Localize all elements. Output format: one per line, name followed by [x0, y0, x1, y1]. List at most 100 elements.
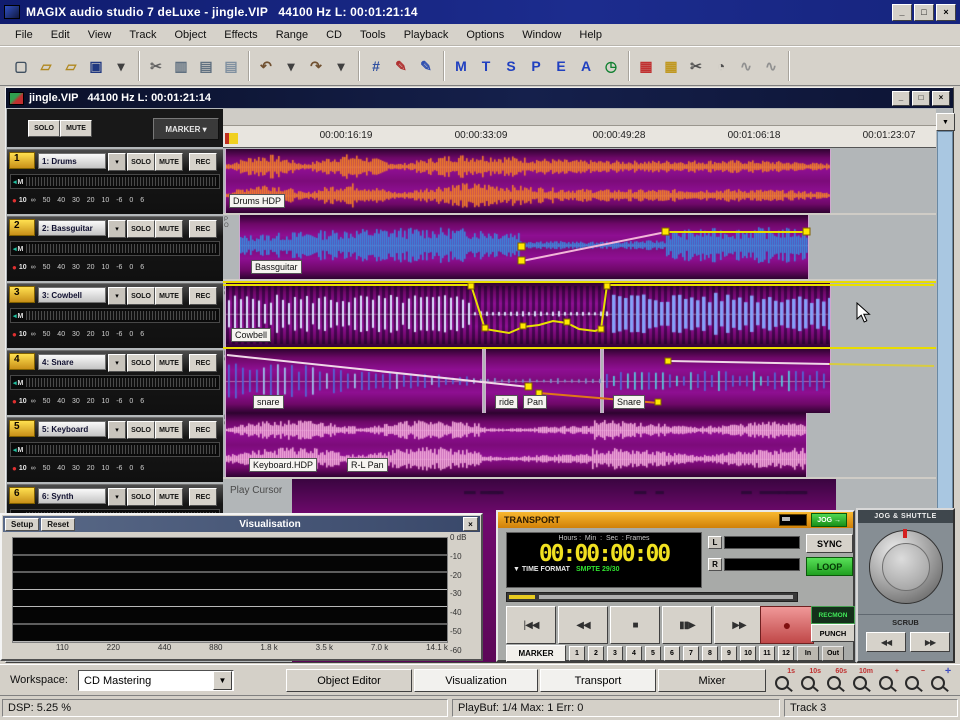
sync-button[interactable]: SYNC [806, 534, 853, 553]
redo-dropdown-icon[interactable]: ▾ [329, 54, 353, 78]
object-label[interactable]: Drums HDP [229, 194, 286, 208]
marker-s-icon[interactable]: S [499, 54, 523, 78]
time-format-dropdown[interactable]: ▼ TIME FORMAT [513, 566, 570, 573]
stop-button[interactable]: ■ [610, 606, 660, 644]
object-editor-button[interactable]: Object Editor [286, 669, 412, 692]
menu-item[interactable]: CD [317, 27, 351, 43]
import-audio-icon[interactable]: ▱ [59, 54, 83, 78]
marker-number-button[interactable]: 1 [569, 646, 585, 661]
menu-item[interactable]: Playback [395, 27, 458, 43]
close-button[interactable]: × [936, 3, 956, 21]
restore-button[interactable]: □ [914, 3, 934, 21]
zoom-1s-icon[interactable]: 1s [772, 668, 795, 692]
chevron-down-icon[interactable]: ▼ [213, 671, 232, 690]
marker-number-button[interactable]: 3 [607, 646, 623, 661]
object-label[interactable]: ride [495, 395, 519, 409]
track-number[interactable]: 4 [9, 353, 35, 370]
track-lane-bassguitar[interactable]: PO Bassguitar [223, 215, 936, 281]
track-pan-slider[interactable]: M [10, 308, 220, 323]
snap-icon[interactable]: # [364, 54, 388, 78]
zoom-10s-icon[interactable]: 10s [798, 668, 821, 692]
track-solo-button[interactable]: SOLO [127, 488, 155, 506]
undo-icon[interactable]: ↶ [254, 54, 278, 78]
project-close-button[interactable]: × [932, 90, 950, 106]
track-dropdown-icon[interactable] [108, 354, 126, 372]
loop-button[interactable]: LOOP [806, 557, 853, 576]
track-number[interactable]: 1 [9, 152, 35, 169]
visualisation-setup-button[interactable]: Setup [5, 517, 40, 531]
marker-number-button[interactable]: 2 [588, 646, 604, 661]
object-label[interactable]: Pan [523, 395, 548, 409]
zoom-range-icon[interactable]: ✛ [928, 668, 951, 692]
menu-item[interactable]: Edit [42, 27, 79, 43]
pan-slider-track[interactable] [26, 445, 216, 454]
punch-out-button[interactable]: Out [822, 646, 844, 661]
mixer-button[interactable]: Mixer [658, 669, 766, 692]
track-pan-slider[interactable]: M [10, 442, 220, 457]
track-solo-button[interactable]: SOLO [127, 354, 155, 372]
track-mute-button[interactable]: MUTE [155, 220, 183, 238]
shuttle-forward-button[interactable]: ▶▶ [910, 632, 950, 652]
track-dropdown-icon[interactable] [108, 153, 126, 171]
menu-item[interactable]: Options [457, 27, 513, 43]
menu-item[interactable]: Range [267, 27, 317, 43]
visualization-button[interactable]: Visualization [414, 669, 538, 692]
track-number[interactable]: 3 [9, 286, 35, 303]
track-record-button[interactable]: REC [189, 287, 217, 305]
track-name[interactable]: 4: Snare [38, 354, 106, 370]
marker-number-button[interactable]: 6 [664, 646, 680, 661]
marker-number-button[interactable]: 7 [683, 646, 699, 661]
minimize-button[interactable]: _ [892, 3, 912, 21]
forward-button[interactable]: ▶▶ [714, 606, 764, 644]
track-number[interactable]: 5 [9, 420, 35, 437]
undo-dropdown-icon[interactable]: ▾ [279, 54, 303, 78]
track-solo-button[interactable]: SOLO [127, 287, 155, 305]
track-mute-button[interactable]: MUTE [155, 488, 183, 506]
track-pan-slider[interactable]: M [10, 241, 220, 256]
object-label[interactable]: Bassguitar [251, 260, 302, 274]
marker-number-button[interactable]: 9 [721, 646, 737, 661]
track-solo-button[interactable]: SOLO [127, 220, 155, 238]
copy-icon[interactable]: ▥ [169, 54, 193, 78]
punch-button[interactable]: PUNCH [811, 624, 855, 642]
track-dropdown-icon[interactable] [108, 287, 126, 305]
position-bar[interactable] [506, 592, 798, 602]
vip-window-icon[interactable]: ▦ [634, 54, 658, 78]
track-dropdown-icon[interactable] [108, 421, 126, 439]
menu-item[interactable]: Tools [351, 27, 395, 43]
ruler-scroll-button[interactable]: ▼ [936, 113, 955, 131]
track-dropdown-icon[interactable] [108, 220, 126, 238]
fade-in-icon[interactable]: ∿ [734, 54, 758, 78]
menu-item[interactable]: Effects [215, 27, 266, 43]
play-pause-button[interactable]: ▮▮▶ [662, 606, 712, 644]
goto-start-button[interactable]: |◀◀ [506, 606, 556, 644]
zoom-out-icon[interactable]: − [902, 668, 925, 692]
draw-pan-icon[interactable]: ✎ [414, 54, 438, 78]
shuttle-back-button[interactable]: ◀◀ [866, 632, 906, 652]
menu-item[interactable]: Help [570, 27, 611, 43]
track-volume-fader[interactable]: ● 10 ∞ 50 40 30 20 10 -6 0 6 [10, 461, 220, 476]
project-restore-button[interactable]: □ [912, 90, 930, 106]
transport-button[interactable]: Transport [540, 669, 656, 692]
pan-slider-track[interactable] [26, 378, 216, 387]
visualisation-reset-button[interactable]: Reset [41, 517, 76, 531]
track-name[interactable]: 6: Synth [38, 488, 106, 504]
record-monitor-button[interactable]: RECMON [811, 606, 855, 624]
rewind-button[interactable]: ◀◀ [558, 606, 608, 644]
track-record-button[interactable]: REC [189, 421, 217, 439]
track-volume-fader[interactable]: ● 10 ∞ 50 40 30 20 10 -6 0 6 [10, 193, 220, 208]
project-minimize-button[interactable]: _ [892, 90, 910, 106]
track-record-button[interactable]: REC [189, 153, 217, 171]
object-label[interactable]: snare [253, 395, 284, 409]
object-label[interactable]: Keyboard.HDP [249, 458, 318, 472]
zoom-in-icon[interactable]: + [876, 668, 899, 692]
track-lane-cowbell[interactable]: PO Cowbell [223, 281, 936, 349]
marker-number-button[interactable]: 8 [702, 646, 718, 661]
object-label[interactable]: Cowbell [231, 328, 272, 342]
play-start-marker[interactable] [225, 133, 238, 144]
marker-m-icon[interactable]: M [449, 54, 473, 78]
tempo-icon[interactable]: ◔ [709, 54, 733, 78]
jog-wheel[interactable] [869, 529, 943, 604]
cd-timer-icon[interactable]: ◷ [599, 54, 623, 78]
marker-dropdown-button[interactable]: MARKER ▾ [153, 118, 219, 140]
